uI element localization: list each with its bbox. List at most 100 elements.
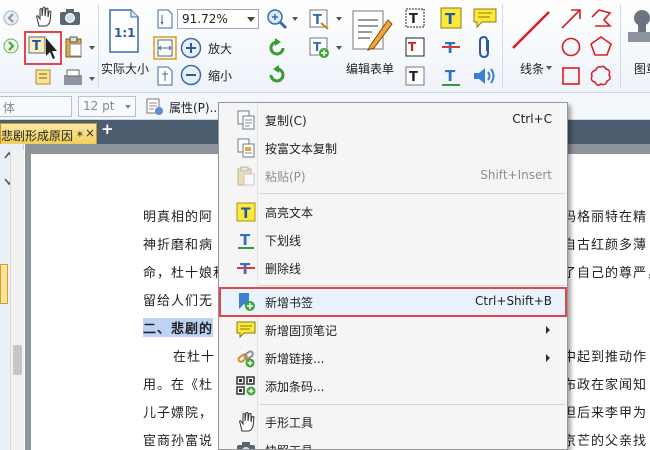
sticky-note-icon xyxy=(236,321,256,339)
add-tab-icon[interactable]: + xyxy=(101,122,115,137)
zoom-out-label[interactable]: 缩小 xyxy=(208,67,232,84)
properties-button[interactable]: 属性(P)... xyxy=(144,96,221,117)
rotate-right-icon[interactable] xyxy=(266,64,288,86)
font-size-field[interactable]: 12 pt xyxy=(78,96,136,117)
actual-size-label[interactable]: 实际大小 xyxy=(101,60,149,77)
menu-item-label: 手形工具 xyxy=(265,416,314,430)
polyline-icon[interactable] xyxy=(589,7,613,29)
menu-item-shortcut: Ctrl+C xyxy=(512,112,552,126)
sound-icon[interactable] xyxy=(472,65,498,87)
callout-icon[interactable]: T xyxy=(404,36,426,58)
line-tool-icon[interactable] xyxy=(509,8,553,52)
snapshot-icon xyxy=(237,442,255,449)
scrollbar-thumb[interactable] xyxy=(13,345,22,375)
document-tab-title: 悲剧形成原因 * xyxy=(1,129,83,143)
oval-icon[interactable] xyxy=(560,36,582,58)
document-line-right: 京芒的父亲找 xyxy=(563,434,648,449)
typewriter-text-icon[interactable]: T xyxy=(404,65,426,87)
back-arrow-icon[interactable] xyxy=(3,10,19,26)
zoom-value: 91.72% xyxy=(182,12,228,26)
submenu-arrow-icon xyxy=(546,354,550,362)
stamp-icon[interactable] xyxy=(626,8,650,48)
properties-icon xyxy=(146,98,163,115)
menu-item-add-bookmark[interactable]: 新增书签 Ctrl+Shift+B xyxy=(220,288,566,316)
highlight-icon[interactable]: T xyxy=(440,7,462,29)
text-field-dropdown[interactable] xyxy=(336,17,342,21)
svg-text:T: T xyxy=(408,40,417,54)
menu-item-highlight-text[interactable]: T 高亮文本 xyxy=(220,198,566,226)
document-line-left: 宦商孙富说 xyxy=(143,434,214,449)
fit-width-icon[interactable] xyxy=(153,36,177,60)
zoom-dropdown-caret[interactable] xyxy=(247,17,255,22)
hand-tool-icon[interactable] xyxy=(32,6,54,28)
text-field-tool-icon[interactable]: T xyxy=(308,7,330,31)
underline-text-icon[interactable]: T xyxy=(440,65,462,87)
document-line-right: 玛格丽特在精 xyxy=(563,210,648,225)
menu-separator xyxy=(259,285,565,286)
textbox-icon[interactable]: T xyxy=(404,7,426,29)
separator xyxy=(98,4,99,88)
zoom-input[interactable]: 91.72% xyxy=(177,9,259,29)
edit-form-label[interactable]: 编辑表单 xyxy=(346,60,394,77)
menu-item-snapshot-tool[interactable]: 快照工具 xyxy=(220,436,566,449)
document-line-right: 自古红颜多薄 xyxy=(563,238,648,253)
clipboard-icon[interactable] xyxy=(64,36,84,58)
document-line-right: 布政在家闻知 xyxy=(563,378,648,393)
copy-rich-text-icon xyxy=(237,138,255,158)
font-size-dropdown[interactable] xyxy=(125,105,131,109)
arrow-icon[interactable] xyxy=(560,8,582,30)
menu-item-hand-tool[interactable]: 手形工具 xyxy=(220,408,566,436)
svg-text:T: T xyxy=(240,231,251,249)
separator xyxy=(502,4,503,88)
svg-text:1:1: 1:1 xyxy=(114,26,136,40)
fit-page-icon[interactable] xyxy=(156,9,174,29)
svg-text:T: T xyxy=(409,70,418,85)
attachment-icon[interactable] xyxy=(476,35,494,59)
typewriter-dropdown[interactable] xyxy=(89,77,95,81)
zoom-in-icon[interactable] xyxy=(180,37,202,59)
note-icon[interactable] xyxy=(472,7,498,29)
document-line-right: 但后来李甲为 xyxy=(563,406,648,421)
rotate-left-icon[interactable] xyxy=(266,37,288,59)
cloud-icon[interactable] xyxy=(589,64,613,88)
menu-item-add-link[interactable]: 新增链接... xyxy=(220,344,566,372)
rectangle-icon[interactable] xyxy=(560,65,582,87)
menu-item-copy-rich-text[interactable]: 按富文本复制 xyxy=(220,134,566,162)
zoom-in-label[interactable]: 放大 xyxy=(208,40,232,57)
edit-form-icon[interactable] xyxy=(350,8,394,52)
lines-label[interactable]: 线条 xyxy=(520,60,544,77)
font-size-value: 12 pt xyxy=(83,99,115,113)
add-field-dropdown[interactable] xyxy=(336,46,342,50)
forward-arrow-icon[interactable] xyxy=(3,38,19,54)
document-line-left: 在杜十 xyxy=(173,350,216,365)
highlight-text-icon: T xyxy=(236,202,256,222)
polygon-icon[interactable] xyxy=(589,35,613,57)
annotation-select-icon[interactable] xyxy=(34,68,54,88)
snapshot-icon[interactable] xyxy=(59,8,81,26)
strikeout-icon[interactable]: T xyxy=(440,36,462,58)
close-tab-icon[interactable]: × xyxy=(85,126,95,140)
zoom-out-icon[interactable] xyxy=(180,64,202,86)
typewriter-icon[interactable] xyxy=(62,68,84,88)
stamp-label[interactable]: 图章 xyxy=(634,60,650,77)
vertical-scrollbar[interactable] xyxy=(10,150,24,450)
menu-item-label: 高亮文本 xyxy=(265,206,314,220)
menu-item-strikethrough[interactable]: T 删除线 xyxy=(220,254,566,282)
fit-visible-icon[interactable] xyxy=(156,66,174,86)
font-name-field[interactable]: 体 xyxy=(0,96,72,117)
zoom-magnifier-icon[interactable] xyxy=(266,8,290,30)
zoom-tool-dropdown[interactable] xyxy=(292,17,298,21)
lines-dropdown[interactable] xyxy=(546,66,552,70)
menu-item-label: 快照工具 xyxy=(265,442,313,449)
menu-item-paste: 粘贴(P) Shift+Insert xyxy=(220,162,566,190)
menu-item-copy[interactable]: 复制(C) Ctrl+C xyxy=(220,106,566,134)
document-line-left: 儿子嫖院， xyxy=(143,406,214,421)
document-tab[interactable]: 悲剧形成原因 * × xyxy=(0,123,97,144)
actual-size-icon[interactable]: 1:1 xyxy=(107,9,141,53)
add-field-icon[interactable]: T xyxy=(308,36,330,60)
clipboard-dropdown[interactable] xyxy=(89,46,95,50)
menu-item-add-barcode[interactable]: 添加条码... xyxy=(220,372,566,400)
menu-item-underline[interactable]: T 下划线 xyxy=(220,226,566,254)
bookmark-panel-tab[interactable] xyxy=(0,264,8,304)
menu-item-add-sticky-note[interactable]: 新增固顶笔记 xyxy=(220,316,566,344)
